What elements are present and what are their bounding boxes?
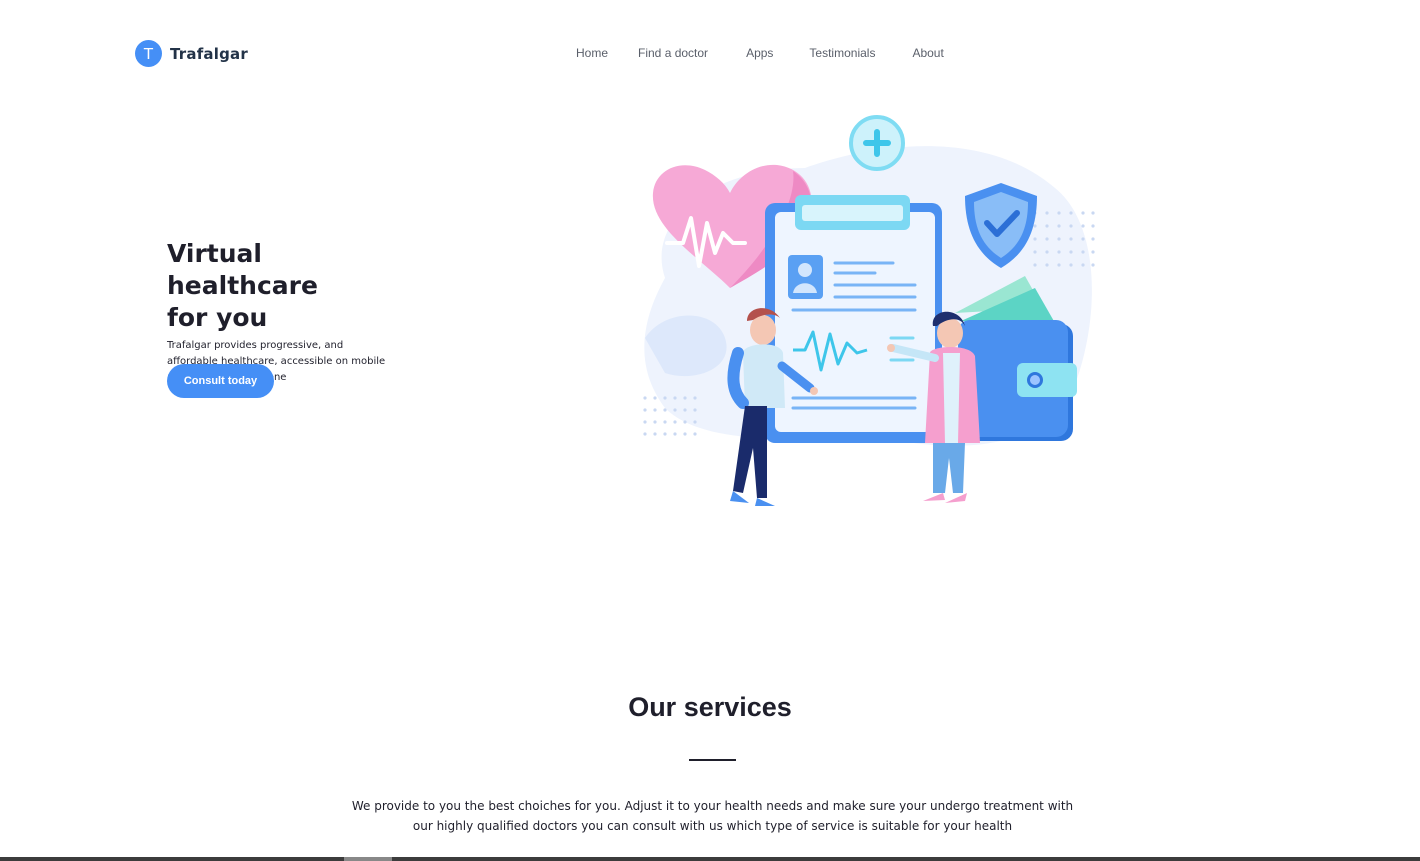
nav-home[interactable]: Home [576, 46, 608, 60]
hero-title: Virtual healthcare for you [167, 238, 407, 334]
scrollbar-thumb[interactable] [344, 857, 392, 861]
nav-about[interactable]: About [912, 46, 943, 60]
logo-icon: T [135, 40, 162, 67]
top-navigation: T Trafalgar Home Find a doctor Apps Test… [0, 0, 1420, 110]
main-menu: Home Find a doctor Apps Testimonials Abo… [576, 46, 944, 60]
services-description-line1: We provide to you the best choiches for … [351, 799, 1074, 813]
consult-today-button[interactable]: Consult today [167, 364, 274, 398]
nav-apps[interactable]: Apps [746, 46, 773, 60]
services-description: We provide to you the best choiches for … [350, 796, 1075, 836]
nav-testimonials[interactable]: Testimonials [809, 46, 875, 60]
brand-logo[interactable]: T Trafalgar [135, 40, 248, 67]
hero-title-line2: for you [167, 303, 268, 332]
brand-name: Trafalgar [170, 44, 248, 63]
healthcare-illustration [643, 115, 1095, 506]
services-title: Our services [628, 692, 792, 722]
section-divider [689, 759, 736, 761]
horizontal-scrollbar[interactable] [0, 857, 1420, 861]
hero-title-line1: Virtual healthcare [167, 239, 318, 300]
services-description-line2: our highly qualified doctors you can con… [412, 819, 1013, 833]
nav-find-a-doctor[interactable]: Find a doctor [638, 46, 708, 60]
